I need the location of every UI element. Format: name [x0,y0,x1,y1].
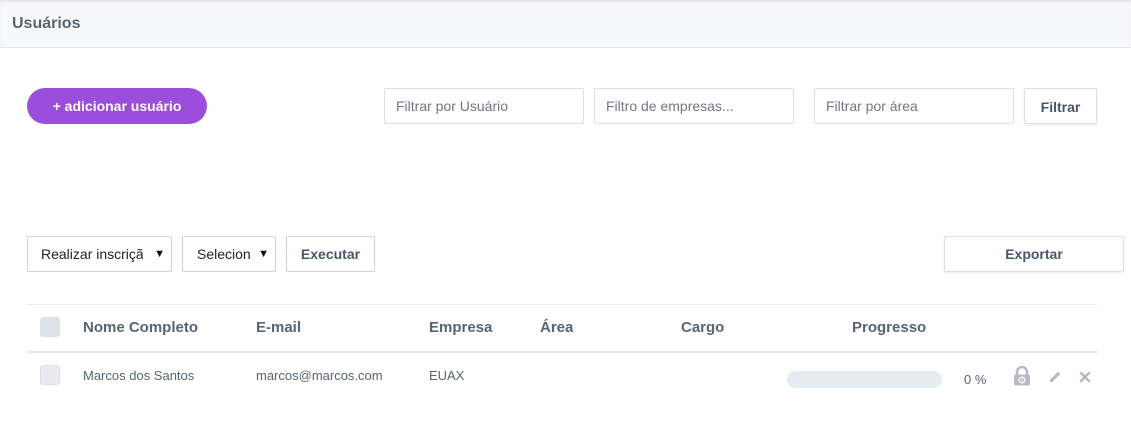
page-header: Usuários [0,0,1131,48]
target-select-value: Selecione [197,246,251,262]
action-select[interactable]: Realizar inscrição ▼ [27,236,172,272]
close-icon[interactable] [1079,371,1091,383]
cell-email: marcos@marcos.com [256,368,383,383]
column-header-role[interactable]: Cargo [681,319,724,336]
table-header-divider [27,351,1097,353]
lock-icon[interactable] [1013,366,1031,386]
target-select[interactable]: Selecione ▼ [182,236,276,272]
column-header-name[interactable]: Nome Completo [83,319,198,336]
column-header-area[interactable]: Área [540,319,573,336]
filter-area-input[interactable] [814,88,1014,124]
column-header-company[interactable]: Empresa [429,319,492,336]
column-header-email[interactable]: E-mail [256,319,301,336]
column-header-progress[interactable]: Progresso [852,319,926,336]
add-user-button[interactable]: + adicionar usuário [27,88,207,124]
caret-down-icon: ▼ [154,248,165,260]
caret-down-icon: ▼ [258,248,269,260]
cell-company: EUAX [429,368,465,383]
progress-bar [787,371,942,388]
filter-button[interactable]: Filtrar [1024,88,1097,124]
filter-user-input[interactable] [384,88,584,124]
page-title: Usuários [12,15,81,32]
action-select-value: Realizar inscrição [41,246,143,262]
select-all-checkbox[interactable] [40,317,60,337]
progress-label: 0 % [964,372,987,387]
export-button[interactable]: Exportar [944,236,1124,272]
filter-company-input[interactable] [594,88,794,124]
execute-button[interactable]: Executar [286,236,375,272]
row-checkbox[interactable] [40,365,60,385]
table-divider [27,304,1097,305]
pencil-icon[interactable] [1048,370,1062,384]
cell-name: Marcos dos Santos [83,368,195,383]
